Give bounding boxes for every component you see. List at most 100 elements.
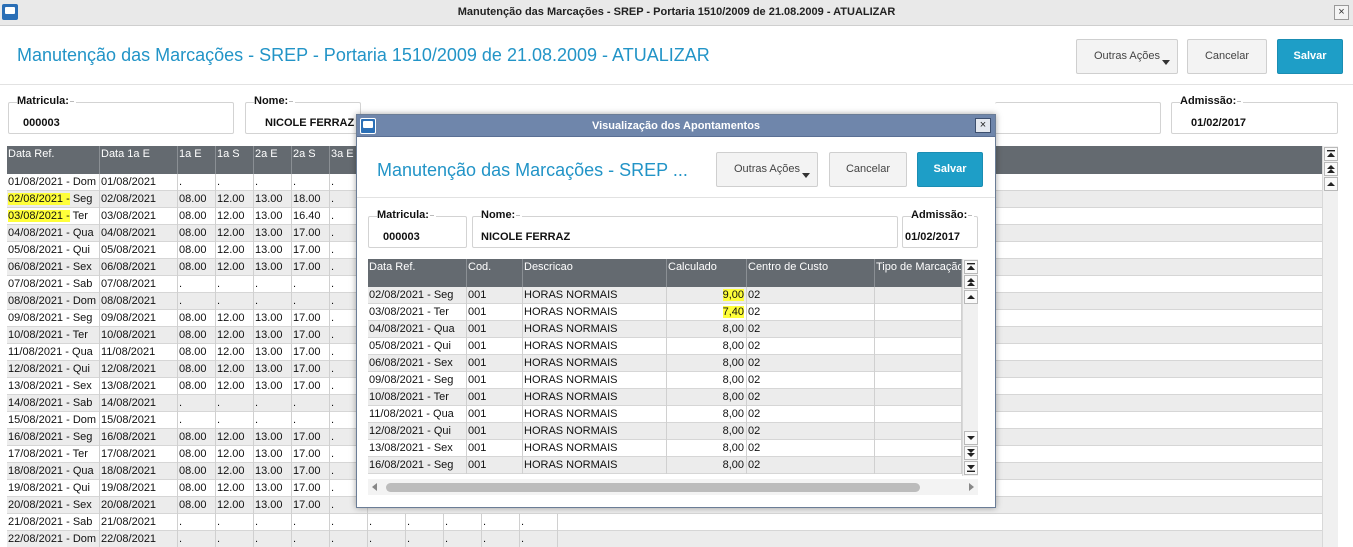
col-centro-de-custo[interactable]: Centro de Custo [747,259,875,287]
scroll-page-up-icon[interactable] [964,275,978,289]
scroll-left-icon[interactable] [372,483,377,491]
table-cell: 08.00 [178,310,216,327]
dialog-nome-field[interactable]: Nome: NICOLE FERRAZ [472,209,898,248]
horizontal-scroll-thumb[interactable] [386,483,920,492]
dialog-grid-horizontal-scrollbar[interactable] [368,479,978,495]
col-data-1a-e[interactable]: Data 1a E [100,146,178,174]
table-cell: . [292,276,330,293]
col-1a-s[interactable]: 1a S [216,146,254,174]
table-row[interactable]: 13/08/2021 - Sex 001 HORAS NORMAIS 8,00 02 [368,440,962,457]
scroll-bottom-icon[interactable] [964,461,978,475]
table-row[interactable]: 06/08/2021 - Sex 001 HORAS NORMAIS 8,00 02 [368,355,962,372]
table-cell: 22/08/2021 - Dom [7,531,100,547]
table-cell: . [178,174,216,191]
col-data-ref[interactable]: Data Ref. [7,146,100,174]
table-row[interactable]: 12/08/2021 - Qui 001 HORAS NORMAIS 8,00 02 [368,423,962,440]
save-button[interactable]: Salvar [1277,39,1343,74]
matricula-field[interactable]: Matricula: 000003 [8,95,234,134]
table-cell: . [330,514,368,531]
table-cell: 8,00 [667,338,747,355]
table-cell: 17.00 [292,361,330,378]
table-cell: 17.00 [292,310,330,327]
dialog-admissao-label: Admissão: [911,209,975,221]
scroll-up-icon[interactable] [964,290,978,304]
table-cell: . [292,395,330,412]
table-cell: 17.00 [292,225,330,242]
nome-field[interactable]: Nome: NICOLE FERRAZ [245,95,361,134]
scroll-down-icon[interactable] [964,431,978,445]
col-calculado[interactable]: Calculado [667,259,747,287]
table-row[interactable]: 09/08/2021 - Seg 001 HORAS NORMAIS 8,00 02 [368,372,962,389]
dialog-grid-header: Data Ref. Cod. Descricao Calculado Centr… [368,259,962,287]
table-cell: 18/08/2021 - Qua [7,463,100,480]
scroll-right-icon[interactable] [969,483,974,491]
table-row[interactable]: 10/08/2021 - Ter 001 HORAS NORMAIS 8,00 02 [368,389,962,406]
window-titlebar: Manutenção das Marcações - SREP - Portar… [0,0,1353,26]
table-row[interactable]: 05/08/2021 - Qui 001 HORAS NORMAIS 8,00 02 [368,338,962,355]
chevron-down-icon [802,173,810,178]
dialog-outras-acoes-button[interactable]: Outras Ações [716,152,818,187]
col-descricao[interactable]: Descricao [523,259,667,287]
table-cell: . [178,514,216,531]
table-cell: 001 [467,372,523,389]
cancel-button[interactable]: Cancelar [1187,39,1267,74]
table-cell: 08.00 [178,361,216,378]
table-cell: 14/08/2021 - Sab [7,395,100,412]
window-close-button[interactable]: × [1334,5,1349,20]
table-cell: 22/08/2021 [100,531,178,547]
table-row[interactable]: 02/08/2021 - Seg 001 HORAS NORMAIS 9,00 02 [368,287,962,304]
dialog-save-button[interactable]: Salvar [917,152,983,187]
table-cell: 12.00 [216,259,254,276]
table-cell: 13.00 [254,446,292,463]
col-2a-e[interactable]: 2a E [254,146,292,174]
table-row[interactable]: 22/08/2021 - Dom 22/08/2021.......... [7,531,1322,547]
table-cell: 13.00 [254,259,292,276]
table-cell: 13.00 [254,344,292,361]
table-cell: 08.00 [178,463,216,480]
table-cell: 16/08/2021 - Seg [7,429,100,446]
dialog-matricula-field[interactable]: Matricula: 000003 [368,209,467,248]
highlight-mark: 03/08/2021 - [8,210,70,222]
table-row[interactable]: 11/08/2021 - Qua 001 HORAS NORMAIS 8,00 02 [368,406,962,423]
scroll-top-icon[interactable] [964,260,978,274]
dialog-grid-vertical-scrollbar[interactable] [962,259,978,476]
table-row[interactable]: 04/08/2021 - Qua 001 HORAS NORMAIS 8,00 02 [368,321,962,338]
table-cell: HORAS NORMAIS [523,338,667,355]
scroll-page-down-icon[interactable] [964,446,978,460]
scroll-top-icon[interactable] [1324,147,1338,161]
table-cell: . [444,514,482,531]
table-cell [875,406,962,423]
dialog-close-button[interactable]: × [975,118,991,133]
table-cell: 08.00 [178,242,216,259]
table-cell: 13.00 [254,225,292,242]
col-tipo-de-marcacao[interactable]: Tipo de Marcação [875,259,962,287]
dialog-cancel-button[interactable]: Cancelar [829,152,907,187]
table-cell: . [368,531,406,547]
page-header: Manutenção das Marcações - SREP - Portar… [0,27,1353,85]
table-cell: 02 [747,287,875,304]
table-cell: 16.40 [292,208,330,225]
col-data-ref[interactable]: Data Ref. [368,259,467,287]
table-cell: 17.00 [292,259,330,276]
table-cell: 001 [467,457,523,474]
table-cell: 06/08/2021 - Sex [368,355,467,372]
table-row[interactable]: 03/08/2021 - Ter 001 HORAS NORMAIS 7,40 02 [368,304,962,321]
dialog-admissao-field[interactable]: Admissão: 01/02/2017 [902,209,978,248]
col-2a-s[interactable]: 2a S [292,146,330,174]
grid-vertical-scrollbar[interactable] [1322,146,1338,547]
admissao-field[interactable]: Admissão: 01/02/2017 [1171,95,1338,134]
table-cell: . [368,514,406,531]
table-row[interactable]: 16/08/2021 - Seg 001 HORAS NORMAIS 8,00 02 [368,457,962,474]
table-cell [875,457,962,474]
table-cell: 13.00 [254,429,292,446]
scroll-up-icon[interactable] [1324,177,1338,191]
outras-acoes-button[interactable]: Outras Ações [1076,39,1178,74]
col-cod[interactable]: Cod. [467,259,523,287]
scroll-page-up-icon[interactable] [1324,162,1338,176]
table-cell: 13.00 [254,310,292,327]
table-cell: HORAS NORMAIS [523,304,667,321]
col-1a-e[interactable]: 1a E [178,146,216,174]
table-row[interactable]: 21/08/2021 - Sab 21/08/2021.......... [7,514,1322,531]
table-cell: 08.00 [178,327,216,344]
table-cell: 001 [467,423,523,440]
